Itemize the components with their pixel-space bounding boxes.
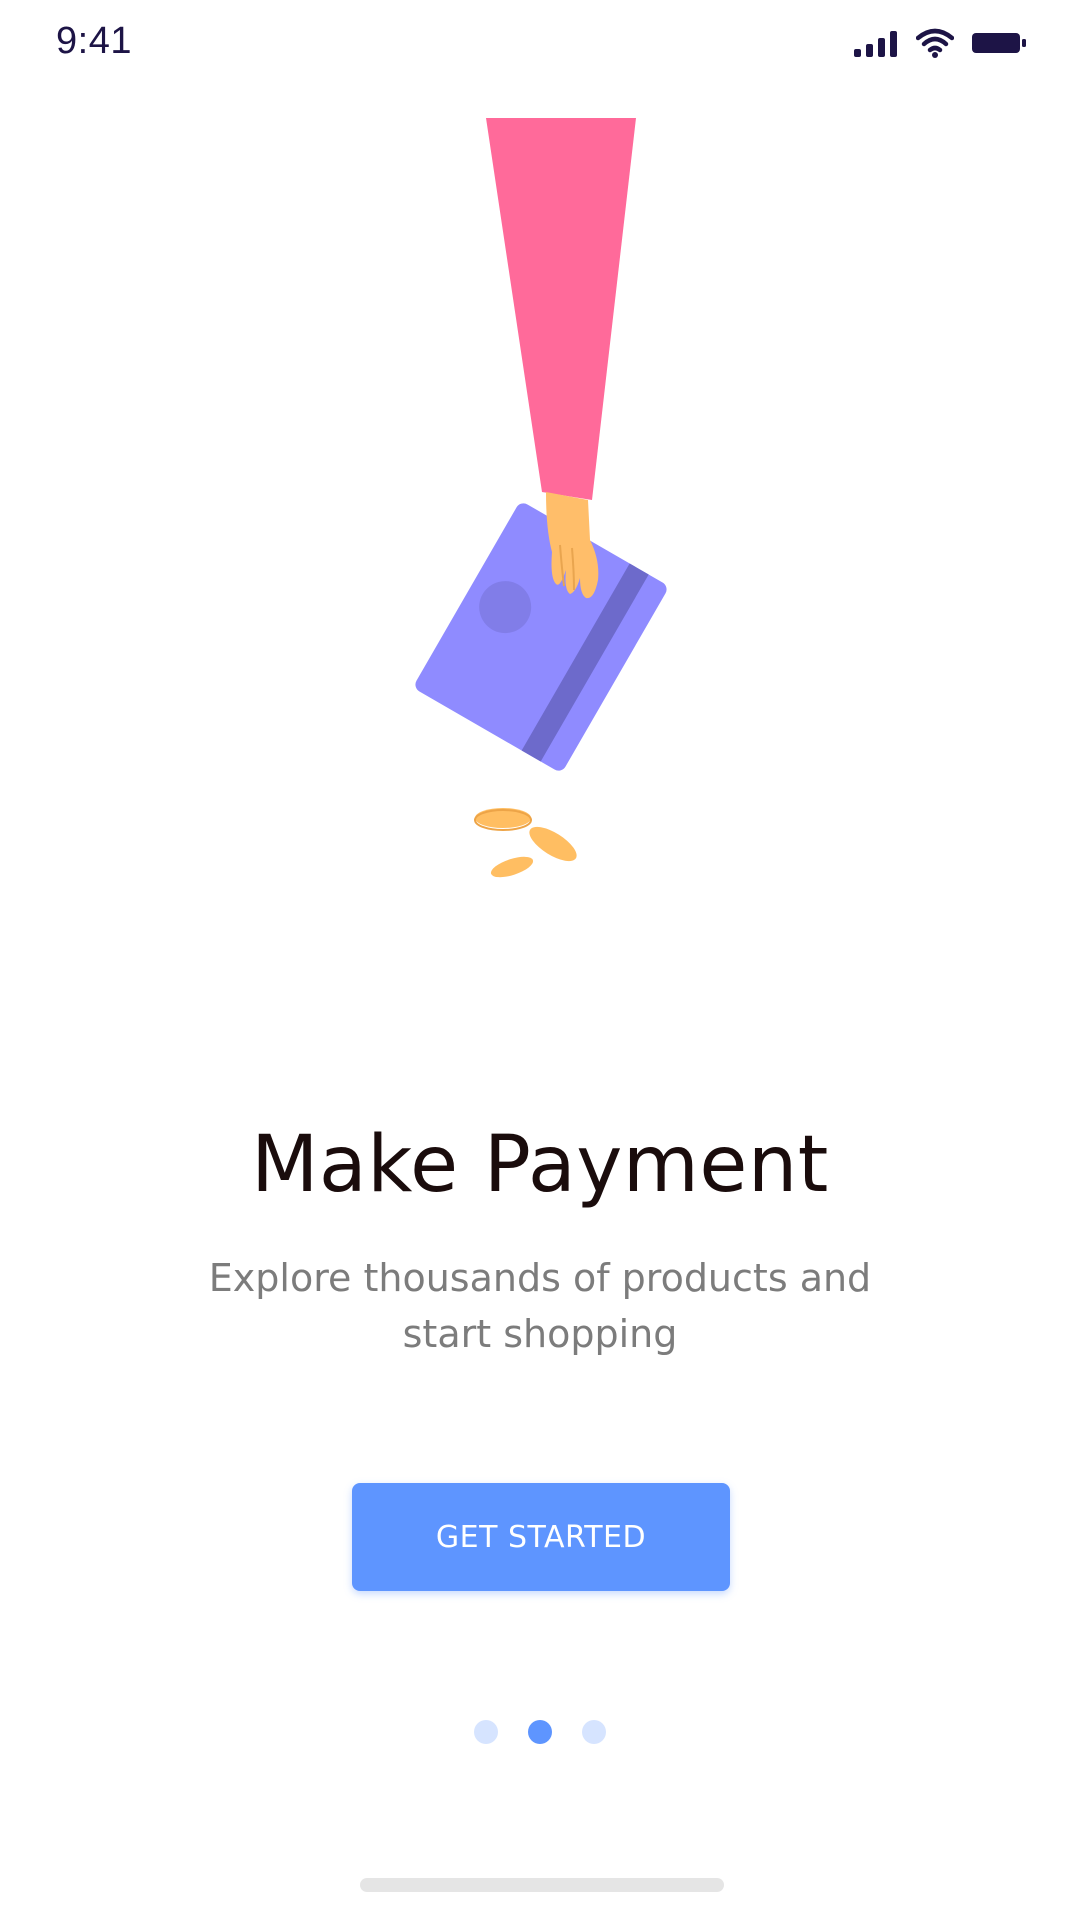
home-indicator[interactable] [360, 1878, 724, 1892]
pagination-dot-3[interactable] [582, 1720, 606, 1744]
battery-icon [972, 32, 1026, 59]
status-bar: 9:41 [0, 0, 1080, 90]
pagination-dots [0, 1720, 1080, 1744]
status-icons [854, 28, 1026, 63]
wifi-icon [915, 28, 955, 63]
page-subtitle: Explore thousands of products and start … [208, 1256, 872, 1356]
page-title: Make Payment [251, 1120, 829, 1210]
get-started-button[interactable]: GET STARTED [352, 1483, 730, 1591]
pagination-dot-2-active[interactable] [528, 1720, 552, 1744]
credit-card-icon [415, 503, 667, 771]
onboarding-screen: 9:41 Make Payment Explore thousands of p… [0, 0, 1080, 1920]
sleeve-shape [486, 118, 636, 500]
coins-icon [474, 808, 577, 878]
pagination-dot-1[interactable] [474, 1720, 498, 1744]
status-time: 9:41 [56, 20, 132, 62]
hand-holding-card-illustration [0, 100, 1080, 900]
signal-icon [854, 29, 898, 62]
